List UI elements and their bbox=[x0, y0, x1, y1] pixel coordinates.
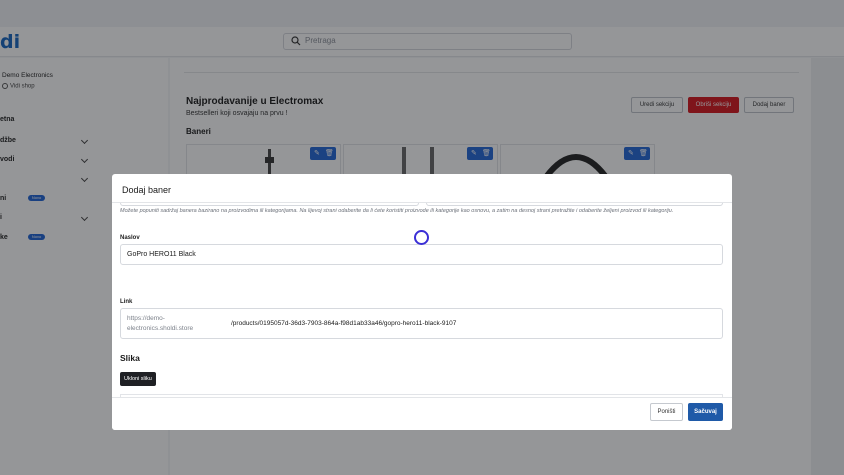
source-type-select[interactable] bbox=[120, 203, 419, 206]
modal-title: Dodaj baner bbox=[122, 185, 172, 195]
save-button[interactable]: Sačuvaj bbox=[688, 403, 723, 421]
modal-footer: Poništi Sačuvaj bbox=[112, 397, 732, 430]
link-prefix: https://demo-electronics.sholdi.store bbox=[127, 315, 194, 332]
link-label: Link bbox=[120, 299, 133, 305]
link-path-value: /products/0195057d-36d3-7903-864a-f98d1a… bbox=[231, 320, 457, 327]
title-label: Naslov bbox=[120, 235, 140, 241]
cursor-indicator bbox=[414, 230, 429, 245]
source-search-input[interactable] bbox=[426, 203, 723, 206]
remove-image-button[interactable]: Ukloni sliku bbox=[120, 372, 156, 386]
hint-text: Možete popuniti sadržaj banera bazirano … bbox=[120, 208, 674, 214]
add-banner-modal: Dodaj baner Možete popuniti sadržaj bane… bbox=[112, 174, 732, 430]
cancel-button[interactable]: Poništi bbox=[650, 403, 683, 421]
title-input[interactable]: GoPro HERO11 Black bbox=[120, 244, 723, 265]
title-input-value: GoPro HERO11 Black bbox=[127, 251, 196, 258]
image-section-title: Slika bbox=[120, 353, 140, 363]
link-input[interactable]: https://demo-electronics.sholdi.store /p… bbox=[120, 308, 723, 339]
